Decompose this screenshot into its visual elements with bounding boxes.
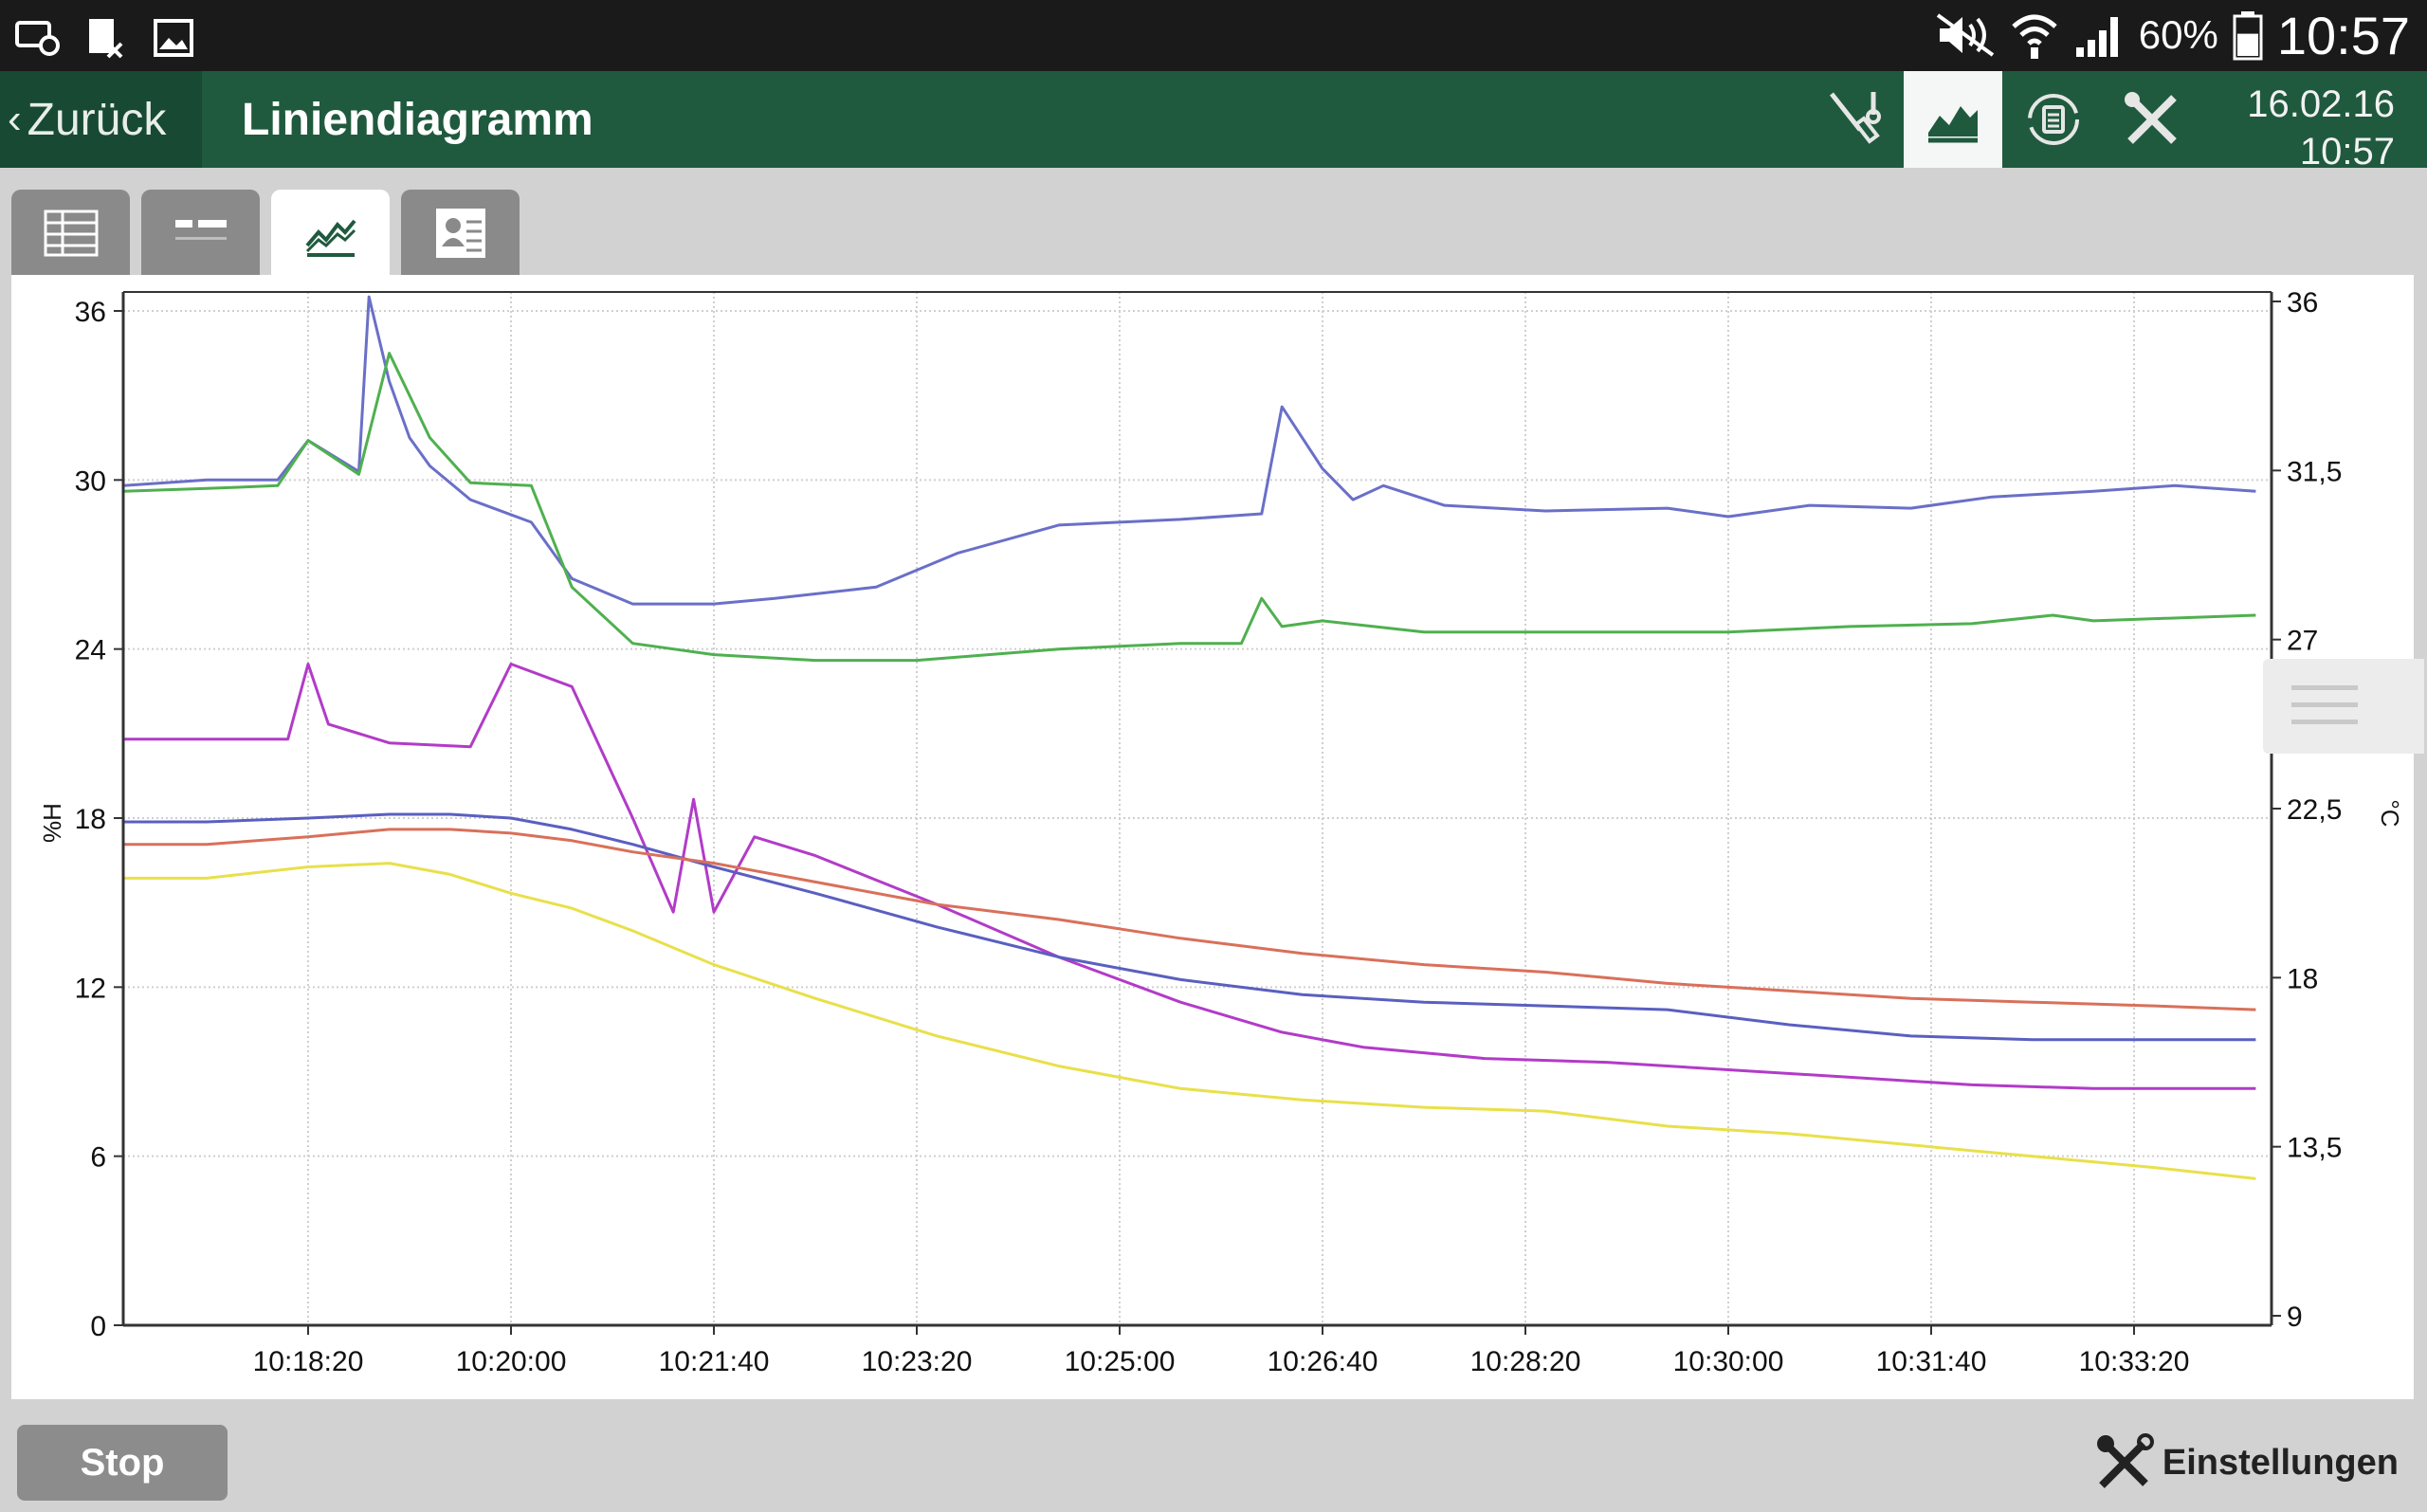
- refresh-button[interactable]: [2004, 71, 2103, 168]
- refresh-icon: [2028, 94, 2079, 145]
- status-icons-right: 60% 10:57: [1934, 2, 2410, 68]
- x-tick-label: 10:20:00: [456, 1346, 567, 1377]
- tab-table-view[interactable]: [11, 190, 130, 277]
- battery-icon: [2233, 11, 2263, 61]
- document-x-icon: [89, 19, 123, 59]
- y-tick-label-right: 22,5: [2287, 794, 2342, 826]
- series-line-2: [122, 352, 2256, 663]
- series-line-3: [123, 663, 2256, 1090]
- chart-series: [122, 295, 2256, 1180]
- y-tick-label-left: 12: [75, 973, 106, 1004]
- y-tick-label-left: 18: [75, 804, 106, 835]
- page-title: Liniendiagramm: [242, 95, 593, 145]
- signal-icon: [2075, 17, 2118, 57]
- settings-button[interactable]: Einstellungen: [2094, 1431, 2399, 1494]
- chart-grid: [123, 292, 2272, 1326]
- mute-icon: [1936, 13, 1994, 57]
- x-tick-label: 10:18:20: [253, 1346, 364, 1377]
- y-axis-label-right: °C: [2376, 799, 2404, 827]
- y-tick-label-left: 0: [90, 1311, 106, 1342]
- tools-button[interactable]: [2103, 71, 2201, 168]
- x-tick-label: 10:33:20: [2079, 1346, 2190, 1377]
- y-tick-label-right: 18: [2287, 963, 2318, 994]
- status-clock: 10:57: [2276, 5, 2410, 65]
- chevron-left-icon: ‹: [8, 96, 22, 142]
- y-tick-label-right: 9: [2287, 1302, 2303, 1333]
- status-icons-left: [15, 17, 197, 59]
- gallery-icon: [154, 19, 193, 57]
- x-tick-label: 10:31:40: [1876, 1346, 1987, 1377]
- tools-icon: [2125, 92, 2177, 144]
- status-bar: 60% 10:57: [0, 0, 2427, 71]
- table-view-icon: [44, 209, 98, 257]
- app-date: 16.02.16: [2247, 83, 2395, 125]
- y-tick-label-left: 36: [75, 297, 106, 328]
- report-icon: [435, 209, 485, 258]
- app-time: 10:57: [2299, 131, 2395, 173]
- battery-percent: 60%: [2138, 12, 2218, 57]
- app-bar: ‹ Zurück Liniendiagramm 16.02.16 10:57: [0, 71, 2427, 173]
- series-line-6: [123, 862, 2256, 1180]
- x-tick-label: 10:30:00: [1673, 1346, 1784, 1377]
- line-chart-icon: [304, 219, 356, 257]
- stop-button[interactable]: Stop: [17, 1425, 228, 1501]
- back-label: Zurück: [27, 94, 167, 145]
- y-tick-label-left: 24: [75, 635, 106, 666]
- app-datetime: 16.02.16 10:57: [2247, 81, 2395, 175]
- x-tick-label: 10:28:20: [1470, 1346, 1581, 1377]
- y-axis-label-left: %H: [38, 803, 66, 843]
- y-tick-label-right: 36: [2287, 287, 2318, 319]
- series-line-1: [122, 295, 2256, 606]
- side-panel-handle[interactable]: [2263, 659, 2424, 754]
- settings-label: Einstellungen: [2162, 1442, 2399, 1483]
- bottom-bar: Stop Einstellungen: [0, 1399, 2427, 1512]
- y-tick-label-left: 30: [75, 465, 106, 497]
- wifi-icon: [2012, 14, 2057, 59]
- y-tick-label-right: 31,5: [2287, 456, 2342, 487]
- probe-button[interactable]: [1806, 71, 1905, 168]
- x-tick-label: 10:23:20: [862, 1346, 973, 1377]
- tab-line-chart[interactable]: [271, 190, 390, 281]
- x-tick-label: 10:21:40: [659, 1346, 770, 1377]
- tools-icon: [2096, 1433, 2154, 1488]
- list-view-icon: [174, 220, 227, 240]
- line-chart-icon: [1928, 106, 1978, 143]
- back-button[interactable]: ‹ Zurück: [0, 71, 202, 168]
- probe-icon: [1830, 92, 1881, 144]
- y-tick-label-right: 13,5: [2287, 1133, 2342, 1164]
- screen-timer-icon: [15, 21, 60, 56]
- y-tick-label-right: 27: [2287, 626, 2318, 657]
- line-chart-toolbar-button[interactable]: [1904, 71, 2002, 168]
- tab-report[interactable]: [401, 190, 520, 277]
- chart-panel: 10:18:20 10:20:00 10:21:40 10:23:20 10:25:00…: [11, 275, 2424, 1399]
- series-line-5: [123, 828, 2256, 1011]
- y-tick-label-left: 6: [90, 1142, 106, 1174]
- tab-list-view[interactable]: [141, 190, 260, 277]
- chart-axes: 10:18:20 10:20:00 10:21:40 10:23:20 10:25:00…: [75, 287, 2343, 1377]
- x-tick-label: 10:26:40: [1268, 1346, 1378, 1377]
- line-chart: 10:18:20 10:20:00 10:21:40 10:23:20 10:25:00…: [38, 287, 2404, 1377]
- x-tick-label: 10:25:00: [1065, 1346, 1176, 1377]
